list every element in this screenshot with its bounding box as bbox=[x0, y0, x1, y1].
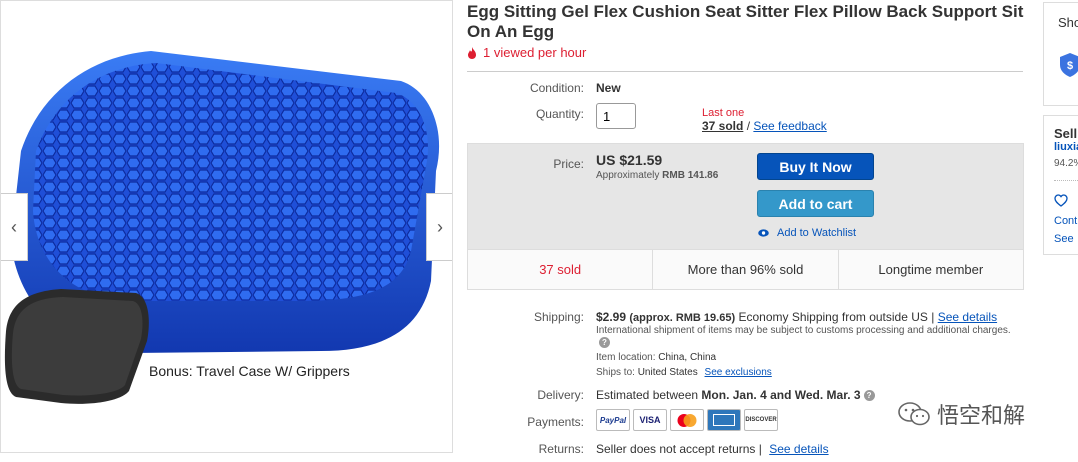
stat-percent-sold: More than 96% sold bbox=[653, 250, 839, 289]
add-to-cart-button[interactable]: Add to cart bbox=[757, 190, 874, 217]
wechat-icon bbox=[898, 402, 930, 426]
seller-label: Sell bbox=[1054, 126, 1078, 141]
seller-name-link[interactable]: liuxia bbox=[1054, 141, 1078, 153]
visa-icon: VISA bbox=[633, 409, 667, 431]
fire-icon bbox=[468, 46, 476, 59]
delivery-value: Estimated between Mon. Jan. 4 and Wed. M… bbox=[596, 388, 875, 402]
buy-it-now-button[interactable]: Buy It Now bbox=[757, 153, 874, 180]
shipping-cost: $2.99 bbox=[596, 310, 627, 324]
prev-image-button[interactable]: ‹ bbox=[1, 193, 28, 261]
divider bbox=[1054, 180, 1078, 181]
listing-page: ‹ › Bonus: Travel Case W/ Grippers Egg S… bbox=[0, 0, 1078, 462]
condition-value: New bbox=[596, 81, 621, 95]
returns-details-link[interactable]: See details bbox=[769, 442, 828, 456]
quantity-input[interactable] bbox=[596, 103, 636, 129]
returns-text: Seller does not accept returns | bbox=[596, 442, 762, 456]
heart-icon[interactable] bbox=[1054, 194, 1068, 207]
watermark-text: 悟空和解 bbox=[937, 403, 1026, 428]
delivery-prefix: Estimated between bbox=[596, 388, 699, 402]
shipping-note-text: International shipment of items may be s… bbox=[596, 325, 1011, 336]
seller-panel: Sell liuxia 94.2% Cont See bbox=[1043, 115, 1078, 255]
stat-longtime-member: Longtime member bbox=[878, 262, 984, 277]
chevron-right-icon: › bbox=[437, 216, 443, 237]
add-to-watchlist-link[interactable]: Add to Watchlist bbox=[758, 227, 856, 239]
ships-to: Ships to: United States See exclusions bbox=[596, 367, 772, 378]
shipping-label: Shipping: bbox=[533, 310, 584, 324]
amex-icon bbox=[707, 409, 741, 431]
watchlist-text: Add to Watchlist bbox=[777, 227, 857, 239]
watermark: 悟空和解 bbox=[897, 398, 1025, 430]
seller-feedback-pct: 94.2% bbox=[1054, 158, 1078, 169]
item-location-label: Item location: bbox=[596, 352, 656, 363]
stats-bar: 37 sold More than 96% sold Longtime memb… bbox=[468, 249, 1023, 289]
eye-icon bbox=[758, 229, 769, 237]
returns-label: Returns: bbox=[538, 442, 584, 456]
payment-icons: PayPal VISA DISCOVER bbox=[596, 409, 778, 431]
mastercard-icon bbox=[670, 409, 704, 431]
shipping-details-link[interactable]: See details bbox=[938, 310, 997, 324]
sold-line: 37 sold / See feedback bbox=[702, 119, 827, 133]
product-title: Egg Sitting Gel Flex Cushion Seat Sitter… bbox=[467, 2, 1024, 41]
shipping-method: Economy Shipping from outside US | bbox=[738, 310, 935, 324]
quantity-label: Quantity: bbox=[535, 107, 584, 121]
shop-label: Sho bbox=[1058, 15, 1078, 30]
shipping-note: International shipment of items may be s… bbox=[596, 325, 1016, 349]
price-approx-prefix: Approximately bbox=[596, 170, 660, 181]
sold-count-link[interactable]: 37 sold bbox=[702, 119, 743, 133]
viewed-text: 1 viewed per hour bbox=[483, 45, 587, 60]
svg-text:$: $ bbox=[1067, 60, 1073, 72]
product-image-panel: ‹ › Bonus: Travel Case W/ Grippers bbox=[0, 0, 453, 453]
shop-panel: Sho $ bbox=[1043, 2, 1078, 106]
contact-seller-link[interactable]: Cont bbox=[1054, 215, 1077, 227]
viewed-badge: 1 viewed per hour bbox=[467, 45, 586, 60]
chevron-left-icon: ‹ bbox=[11, 216, 17, 237]
price-label: Price: bbox=[553, 157, 584, 171]
item-location: Item location: China, China bbox=[596, 352, 716, 363]
discover-icon: DISCOVER bbox=[744, 409, 778, 431]
next-image-button[interactable]: › bbox=[426, 193, 452, 261]
item-location-value: China, China bbox=[658, 352, 717, 363]
see-exclusions-link[interactable]: See exclusions bbox=[705, 367, 772, 378]
shipping-line: $2.99 (approx. RMB 19.65) Economy Shippi… bbox=[596, 310, 1016, 324]
see-feedback-link[interactable]: See feedback bbox=[753, 119, 826, 133]
ships-to-label: Ships to: bbox=[596, 367, 635, 378]
condition-label: Condition: bbox=[529, 81, 584, 95]
product-image bbox=[4, 51, 440, 404]
delivery-label: Delivery: bbox=[537, 388, 584, 402]
price-amount: US $21.59 bbox=[596, 152, 663, 168]
paypal-icon: PayPal bbox=[596, 409, 630, 431]
sold-separator: / bbox=[743, 119, 754, 133]
price-approx-value: RMB 141.86 bbox=[662, 170, 719, 181]
image-caption: Bonus: Travel Case W/ Grippers bbox=[149, 363, 350, 379]
see-other-items-link[interactable]: See bbox=[1054, 233, 1074, 245]
divider bbox=[467, 71, 1023, 72]
returns-value: Seller does not accept returns | See det… bbox=[596, 442, 829, 456]
shield-icon: $ bbox=[1060, 53, 1078, 77]
help-icon[interactable]: ? bbox=[599, 337, 610, 348]
stat-sold: 37 sold bbox=[468, 250, 654, 289]
payments-label: Payments: bbox=[527, 415, 584, 429]
delivery-range: Mon. Jan. 4 and Wed. Mar. 3 bbox=[701, 388, 861, 402]
last-one-label: Last one bbox=[702, 107, 745, 119]
price-approx: Approximately RMB 141.86 bbox=[596, 170, 718, 181]
help-icon[interactable]: ? bbox=[863, 390, 875, 402]
ships-to-value: United States bbox=[637, 367, 698, 378]
shipping-approx: (approx. RMB 19.65) bbox=[629, 312, 736, 324]
